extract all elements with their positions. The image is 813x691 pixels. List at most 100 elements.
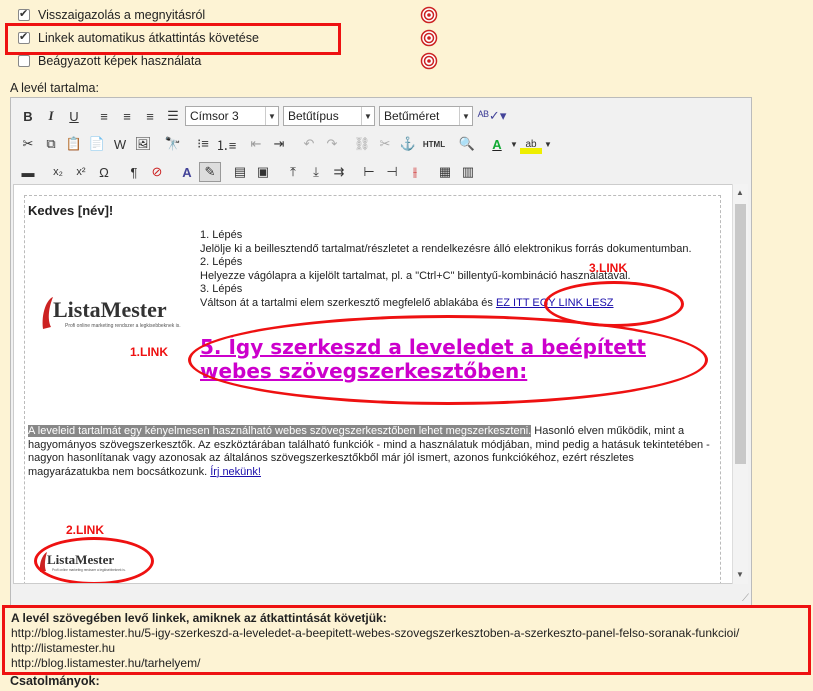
text-color-icon[interactable]: A xyxy=(486,134,508,154)
size-select[interactable]: Betűméret ▼ xyxy=(379,106,473,126)
undo-icon[interactable]: ↶ xyxy=(298,134,320,154)
chevron-down-icon: ▼ xyxy=(361,107,374,125)
copy-icon[interactable]: ⧉ xyxy=(40,134,62,154)
align-right-icon[interactable]: ≡ xyxy=(139,106,161,126)
annotation-link3: 3.LINK xyxy=(589,261,628,275)
highlight-color-icon[interactable]: ab xyxy=(520,134,542,154)
chevron-down-icon[interactable]: ▼ xyxy=(509,134,519,154)
scroll-up-icon[interactable]: ▲ xyxy=(736,188,744,197)
tracked-links-box: A levél szövegében levő linkek, amiknek … xyxy=(2,605,811,675)
indent-icon[interactable]: ⇥ xyxy=(268,134,290,154)
chevron-down-icon[interactable]: ▼ xyxy=(543,134,553,154)
remove-format-icon[interactable]: ⊘ xyxy=(146,162,168,182)
chevron-down-icon: ▼ xyxy=(459,107,472,125)
option-read-receipt[interactable]: Visszaigazolás a megnyitásról xyxy=(18,5,205,25)
help-icon[interactable] xyxy=(420,52,438,70)
numbered-list-icon[interactable]: ⒈≡ xyxy=(215,134,237,154)
logo-text: ListaMester xyxy=(53,297,167,322)
logo-tagline: Profi online marketing rendszer a legkis… xyxy=(65,323,181,329)
italic-button[interactable]: I xyxy=(40,106,62,126)
html-source-icon[interactable]: HTML xyxy=(420,134,448,154)
image-icon[interactable]: 🖼 xyxy=(132,134,154,154)
font-select-value: Betűtípus xyxy=(288,109,339,123)
find-icon[interactable]: 🔭 xyxy=(162,134,184,154)
insert-row-after-icon[interactable]: ⤓ xyxy=(305,162,327,182)
visual-aid-icon[interactable]: ✎ xyxy=(199,162,221,182)
format-select-value: Címsor 3 xyxy=(190,109,239,123)
cut-icon[interactable]: ✂ xyxy=(17,134,39,154)
step1-text: Jelölje ki a beillesztendő tartalmat/rés… xyxy=(200,242,692,255)
scroll-down-icon[interactable]: ▼ xyxy=(736,570,744,579)
toolbar-row-2: ✂ ⧉ 📋 📄 W 🖼 🔭 ⁝≡ ⒈≡ ⇤ ⇥ ↶ ↷ ⛓ ✂ ⚓ HTML 🔍… xyxy=(17,132,554,156)
table-props-icon[interactable]: ▥ xyxy=(457,162,479,182)
option-embedded-images[interactable]: Beágyazott képek használata xyxy=(18,51,201,71)
paste-icon[interactable]: 📋 xyxy=(63,134,85,154)
outdent-icon[interactable]: ⇤ xyxy=(245,134,267,154)
chevron-down-icon: ▼ xyxy=(265,107,278,125)
highlighted-sentence: A leveleid tartalmát egy kényelmesen has… xyxy=(28,425,532,437)
editor-scrollbar[interactable]: ▲ ▼ xyxy=(732,184,748,584)
embedded-images-checkbox[interactable] xyxy=(18,55,30,67)
help-icon[interactable] xyxy=(420,29,438,47)
horizontal-rule-icon[interactable]: ▬ xyxy=(17,162,39,182)
delete-row-icon[interactable]: ⇉ xyxy=(328,162,350,182)
content-label: A levél tartalma: xyxy=(10,81,99,95)
annotation-ellipse-2 xyxy=(34,537,154,583)
annotation-ellipse-1 xyxy=(188,315,708,405)
anchor-icon[interactable]: ⚓ xyxy=(397,134,419,154)
link-icon[interactable]: ⛓ xyxy=(351,134,373,154)
special-char-icon[interactable]: Ω xyxy=(93,162,115,182)
rich-text-editor: B I U ≡ ≡ ≡ ☰ Címsor 3 ▼ Betűtípus ▼ Bet… xyxy=(10,97,752,607)
table-row-props-icon[interactable]: ▤ xyxy=(229,162,251,182)
tracked-link-url: http://listamester.hu xyxy=(11,641,116,655)
insert-col-after-icon[interactable]: ⊣ xyxy=(381,162,403,182)
toolbar-row-1: B I U ≡ ≡ ≡ ☰ Címsor 3 ▼ Betűtípus ▼ Bet… xyxy=(17,104,508,128)
align-center-icon[interactable]: ≡ xyxy=(116,106,138,126)
superscript-icon[interactable]: x² xyxy=(70,162,92,182)
help-icon[interactable] xyxy=(420,6,438,24)
embedded-images-label: Beágyazott képek használata xyxy=(38,54,202,68)
listamester-logo[interactable]: ListaMester Profi online marketing rends… xyxy=(39,293,199,333)
attachments-label: Csatolmányok: xyxy=(10,674,100,688)
intro-paragraph: A leveleid tartalmát egy kényelmesen has… xyxy=(28,425,718,479)
paste-text-icon[interactable]: 📄 xyxy=(86,134,108,154)
tracked-link-url: http://blog.listamester.hu/tarhelyem/ xyxy=(11,656,201,670)
step3-text: Váltson át a tartalmi elem szerkesztő me… xyxy=(200,296,496,309)
resize-grip-icon[interactable]: ⟋ xyxy=(742,593,749,604)
redo-icon[interactable]: ↷ xyxy=(321,134,343,154)
style-icon[interactable]: A xyxy=(176,162,198,182)
step2-title: 2. Lépés xyxy=(200,256,243,268)
align-justify-icon[interactable]: ☰ xyxy=(162,106,184,126)
read-receipt-label: Visszaigazolás a megnyitásról xyxy=(38,8,206,22)
table-icon[interactable]: ▦ xyxy=(434,162,456,182)
font-select[interactable]: Betűtípus ▼ xyxy=(283,106,375,126)
toolbar-row-3: ▬ x₂ x² Ω ¶ ⊘ A ✎ ▤ ▣ ⤒ ⤓ ⇉ ⊢ ⊣ ⫲ ▦ ▥ xyxy=(17,160,480,184)
annotation-link1: 1.LINK xyxy=(130,345,169,359)
contact-link[interactable]: Írj nekünk! xyxy=(210,466,261,478)
tracked-links-title: A levél szövegében levő linkek, amiknek … xyxy=(11,611,387,625)
paragraph-icon[interactable]: ¶ xyxy=(123,162,145,182)
table-cell-props-icon[interactable]: ▣ xyxy=(252,162,274,182)
scroll-thumb[interactable] xyxy=(735,204,746,464)
step1-title: 1. Lépés xyxy=(200,229,243,241)
paste-word-icon[interactable]: W xyxy=(109,134,131,154)
unlink-icon[interactable]: ✂ xyxy=(374,134,396,154)
bold-button[interactable]: B xyxy=(17,106,39,126)
greeting-text: Kedves [név]! xyxy=(28,203,114,218)
read-receipt-checkbox[interactable] xyxy=(18,7,30,21)
editor-content[interactable]: Kedves [név]! 1. Lépés Jelölje ki a beil… xyxy=(13,184,733,584)
step2-text: Helyezze vágólapra a kijelölt tartalmat,… xyxy=(200,269,631,282)
preview-icon[interactable]: 🔍 xyxy=(456,134,478,154)
size-select-value: Betűméret xyxy=(384,109,440,123)
bullet-list-icon[interactable]: ⁝≡ xyxy=(192,134,214,154)
insert-row-before-icon[interactable]: ⤒ xyxy=(282,162,304,182)
subscript-icon[interactable]: x₂ xyxy=(47,162,69,182)
format-select[interactable]: Címsor 3 ▼ xyxy=(185,106,279,126)
tracked-link-url: http://blog.listamester.hu/5-igy-szerkes… xyxy=(11,626,740,640)
spellcheck-icon[interactable]: ᴬᴮ✓▾ xyxy=(477,106,507,126)
annotation-link2: 2.LINK xyxy=(66,523,105,537)
insert-col-before-icon[interactable]: ⊢ xyxy=(358,162,380,182)
align-left-icon[interactable]: ≡ xyxy=(93,106,115,126)
underline-button[interactable]: U xyxy=(63,106,85,126)
delete-col-icon[interactable]: ⫲ xyxy=(404,162,426,182)
